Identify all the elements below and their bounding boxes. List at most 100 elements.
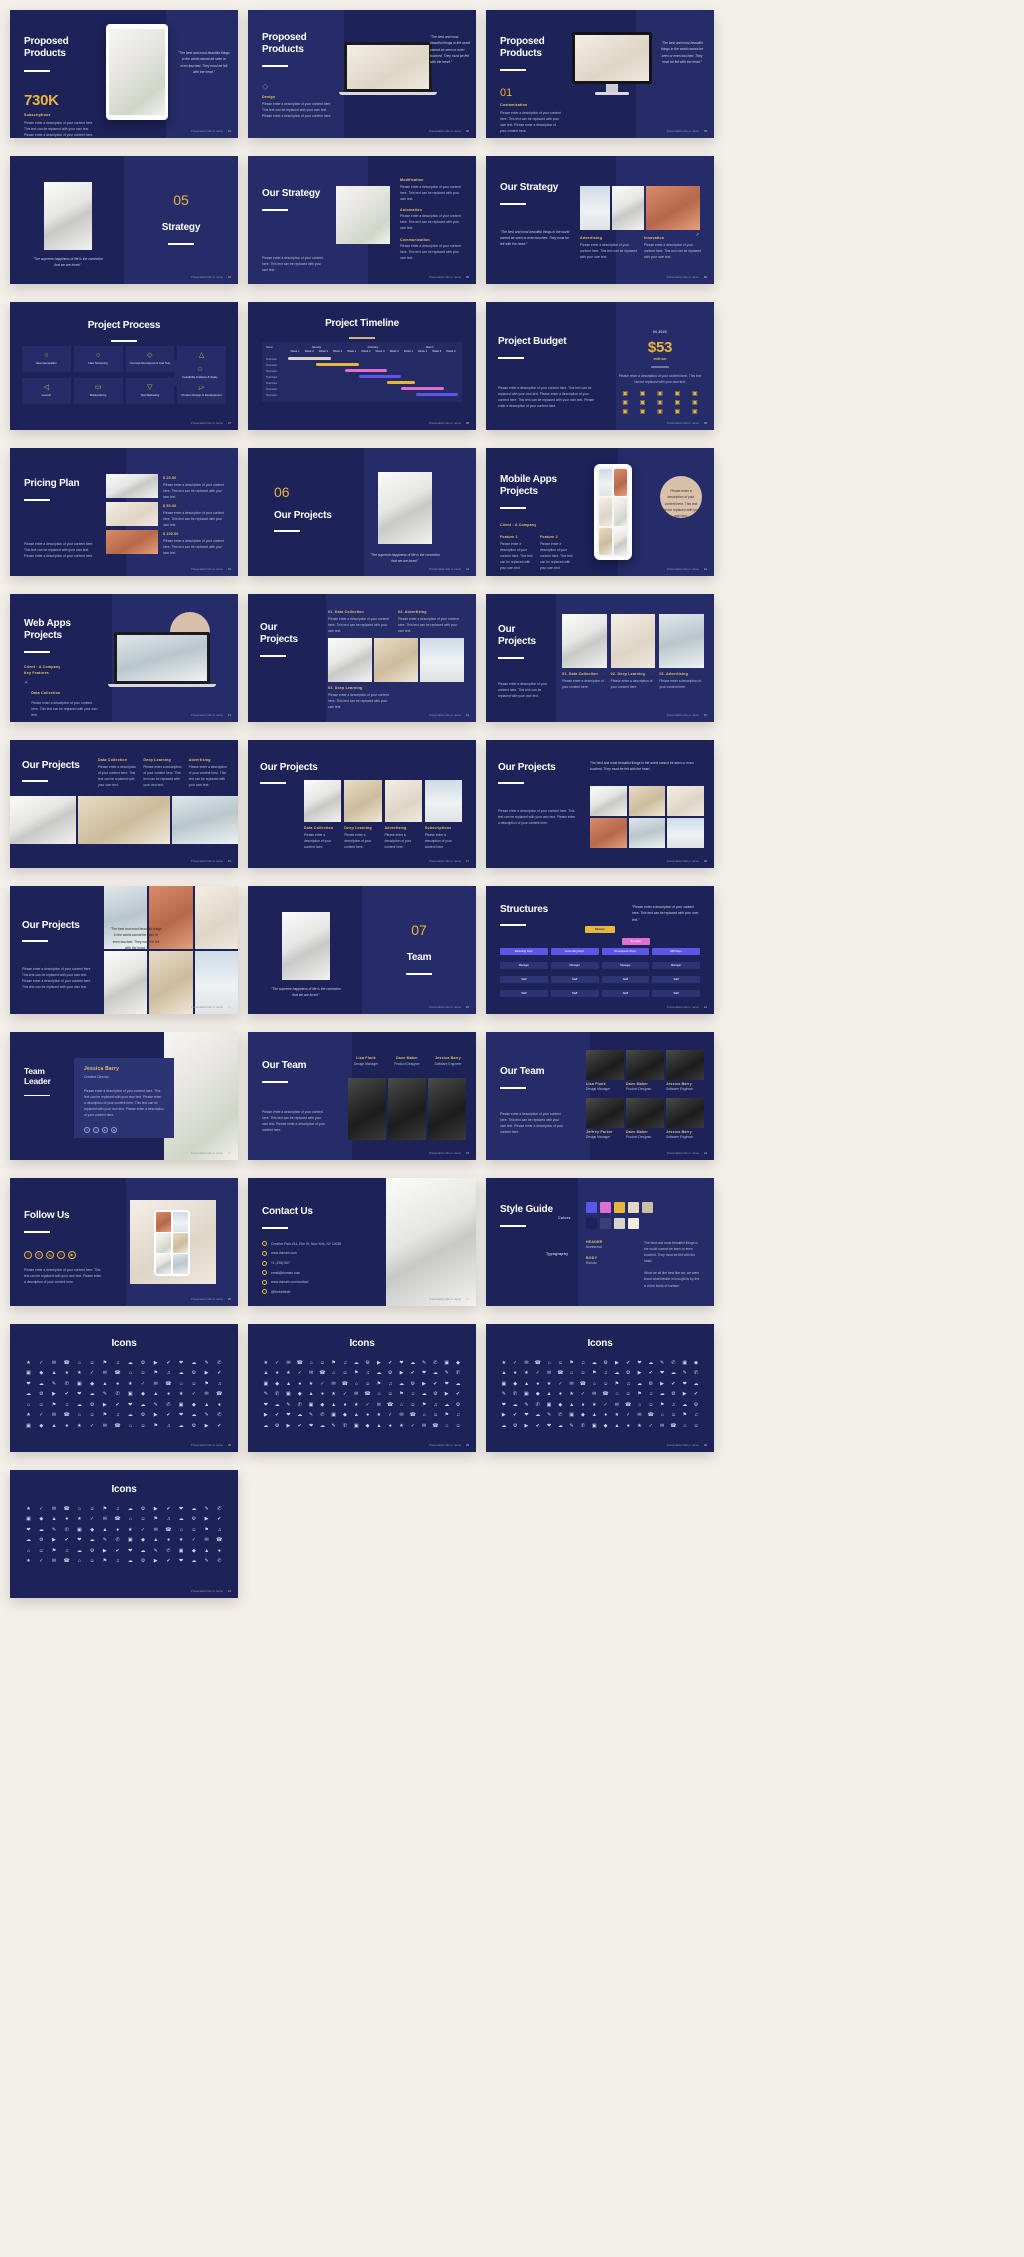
icon-glyph[interactable]: ☁ <box>138 1548 147 1555</box>
icon-glyph[interactable]: ⚙ <box>432 1392 440 1399</box>
slide-icons-sheet-4[interactable]: Icons ★ ✓ ✉ ☎ ⌂ ☺ ⚑ ♫ ☁ ⚙ ▶ ✔ ❤ ☁ ✎ ✆ ▣ ◆ ▲ ● ★ ✓ ✉ ☎ ⌂ ☺ ⚑ ♫ ☁ ⚙ ▶ ✔ ❤ ☁… <box>10 1470 238 1598</box>
icon-glyph[interactable]: ☁ <box>88 1538 97 1545</box>
icon-glyph[interactable]: ★ <box>75 1423 84 1430</box>
icon-glyph[interactable]: ◆ <box>557 1402 565 1409</box>
icon-glyph[interactable]: ⚑ <box>398 1392 406 1399</box>
icon-glyph[interactable]: ▲ <box>100 1527 109 1534</box>
icon-glyph[interactable]: ☎ <box>215 1538 224 1545</box>
icon-glyph[interactable]: ⌂ <box>398 1402 406 1409</box>
icon-glyph[interactable]: ✓ <box>364 1402 372 1409</box>
icon-glyph[interactable]: ♫ <box>579 1360 587 1367</box>
pricing-row[interactable]: $ 100.00 Please enter a description of y… <box>106 530 228 555</box>
icon-glyph[interactable]: ❤ <box>177 1559 186 1566</box>
slide-our-team-six[interactable]: Our Team Please enter a description of y… <box>486 1032 714 1160</box>
icon-glyph[interactable]: ✎ <box>330 1423 338 1430</box>
icon-glyph[interactable]: ◆ <box>37 1517 46 1524</box>
icon-glyph[interactable]: ◆ <box>189 1548 198 1555</box>
icon-glyph[interactable]: ❤ <box>126 1548 135 1555</box>
slide-project-timeline[interactable]: Project Timeline Name January February Mar… <box>248 302 476 430</box>
icon-glyph[interactable]: ● <box>624 1423 632 1430</box>
icon-glyph[interactable]: ☎ <box>386 1402 394 1409</box>
icon-glyph[interactable]: ▲ <box>202 1548 211 1555</box>
slide-icons-sheet-3[interactable]: Icons ★ ✓ ✉ ☎ ⌂ ☺ ⚑ ♫ ☁ ⚙ ▶ ✔ ❤ ☁ ✎ ✆ ▣ ◆ ▲ ● ★ ✓ ✉ ☎ ⌂ ☺ ⚑ ♫ ☁ ⚙ ▶ ✔ ❤ ☁… <box>486 1324 714 1452</box>
icon-glyph[interactable]: ✆ <box>62 1527 71 1534</box>
icon-glyph[interactable]: ▶ <box>151 1413 160 1420</box>
icon-glyph[interactable]: ★ <box>590 1402 598 1409</box>
slide-project-budget[interactable]: Project Budget Please enter a descriptio… <box>486 302 714 430</box>
icon-glyph[interactable]: ✓ <box>386 1413 394 1420</box>
icon-glyph[interactable]: ✉ <box>49 1413 58 1420</box>
icon-glyph[interactable]: ▣ <box>126 1392 135 1399</box>
icon-glyph[interactable]: ✔ <box>534 1423 542 1430</box>
slide-proposed-products-desktop[interactable]: Proposed Products 01 Customization Pleas… <box>486 10 714 138</box>
icon-glyph[interactable]: ⚑ <box>100 1413 109 1420</box>
icon-glyph[interactable]: ☁ <box>37 1381 46 1388</box>
icon-glyph[interactable]: ⌂ <box>24 1402 33 1409</box>
slide-team-leader[interactable]: Team Leader Jessica Barry Creative Direc… <box>10 1032 238 1160</box>
icon-glyph[interactable]: ✎ <box>262 1392 270 1399</box>
icon-glyph[interactable]: ⚑ <box>330 1360 338 1367</box>
icon-glyph[interactable]: ☁ <box>37 1527 46 1534</box>
icon-glyph[interactable]: ● <box>273 1371 281 1378</box>
icon-glyph[interactable]: ✉ <box>613 1402 621 1409</box>
slide-our-strategy-cards[interactable]: Our Strategy "The best and most beautifu… <box>486 156 714 284</box>
icon-glyph[interactable]: ⚙ <box>454 1402 462 1409</box>
icon-glyph[interactable]: ✓ <box>138 1527 147 1534</box>
icon-glyph[interactable]: ◆ <box>364 1423 372 1430</box>
icon-glyph[interactable]: ✓ <box>88 1371 97 1378</box>
social-icon[interactable]: ig <box>46 1250 54 1259</box>
icon-glyph[interactable]: ☺ <box>670 1413 678 1420</box>
icon-glyph[interactable]: ✆ <box>113 1392 122 1399</box>
icon-glyph[interactable]: ◆ <box>37 1423 46 1430</box>
process-step[interactable]: ◇ Concept Development And Test <box>125 346 175 372</box>
icon-glyph[interactable]: ⌂ <box>443 1423 451 1430</box>
icon-glyph[interactable]: ⚑ <box>636 1392 644 1399</box>
icon-glyph[interactable]: ⚙ <box>88 1548 97 1555</box>
icon-glyph[interactable]: ✓ <box>37 1360 46 1367</box>
slide-our-projects-two-col-text[interactable]: Our Projects Data Collection Please ente… <box>10 740 238 868</box>
social-icon[interactable]: f <box>24 1250 32 1259</box>
icon-glyph[interactable]: ❤ <box>636 1360 644 1367</box>
icon-glyph[interactable]: ⚙ <box>37 1392 46 1399</box>
icon-glyph[interactable]: ✉ <box>307 1371 315 1378</box>
icon-glyph[interactable]: ⌂ <box>75 1413 84 1420</box>
icon-glyph[interactable]: ✎ <box>202 1413 211 1420</box>
icon-glyph[interactable]: ☁ <box>138 1402 147 1409</box>
icon-glyph[interactable]: ● <box>341 1402 349 1409</box>
slide-our-team-three[interactable]: Our Team Please enter a description of y… <box>248 1032 476 1160</box>
icon-glyph[interactable]: ☁ <box>75 1548 84 1555</box>
icon-glyph[interactable]: ● <box>164 1538 173 1545</box>
icon-glyph[interactable]: ♫ <box>164 1517 173 1524</box>
icon-glyph[interactable]: ◆ <box>273 1381 281 1388</box>
icon-glyph[interactable]: ◆ <box>319 1402 327 1409</box>
icon-glyph[interactable]: ▲ <box>590 1413 598 1420</box>
icon-glyph[interactable]: ▶ <box>202 1371 211 1378</box>
icon-glyph[interactable]: ✔ <box>113 1548 122 1555</box>
icon-glyph[interactable]: ★ <box>75 1517 84 1524</box>
icon-glyph[interactable]: ▣ <box>24 1517 33 1524</box>
icon-glyph[interactable]: ▲ <box>500 1371 508 1378</box>
icon-glyph[interactable]: ⌂ <box>545 1360 553 1367</box>
icon-glyph[interactable]: ☁ <box>557 1423 565 1430</box>
icon-glyph[interactable]: ● <box>364 1413 372 1420</box>
icon-glyph[interactable]: ♫ <box>432 1402 440 1409</box>
icon-glyph[interactable]: ❤ <box>545 1423 553 1430</box>
icon-glyph[interactable]: ✎ <box>523 1402 531 1409</box>
icon-glyph[interactable]: ⌂ <box>420 1413 428 1420</box>
icon-glyph[interactable]: ● <box>62 1423 71 1430</box>
icon-glyph[interactable]: ☎ <box>164 1527 173 1534</box>
icon-glyph[interactable]: ▣ <box>75 1527 84 1534</box>
icon-glyph[interactable]: ● <box>215 1548 224 1555</box>
icon-glyph[interactable]: ★ <box>262 1360 270 1367</box>
icon-glyph[interactable]: ◆ <box>341 1413 349 1420</box>
icon-glyph[interactable]: ▣ <box>443 1360 451 1367</box>
icon-glyph[interactable]: ✓ <box>557 1381 565 1388</box>
icon-glyph[interactable]: ☁ <box>24 1538 33 1545</box>
icon-glyph[interactable]: ● <box>62 1371 71 1378</box>
icon-glyph[interactable]: ✎ <box>151 1548 160 1555</box>
icon-glyph[interactable]: ⚑ <box>658 1402 666 1409</box>
icon-glyph[interactable]: ✎ <box>568 1423 576 1430</box>
icon-glyph[interactable]: ❤ <box>24 1381 33 1388</box>
slide-our-projects-three-up[interactable]: Our Projects 01. Data Collection Please … <box>248 594 476 722</box>
icon-glyph[interactable]: ✎ <box>100 1392 109 1399</box>
